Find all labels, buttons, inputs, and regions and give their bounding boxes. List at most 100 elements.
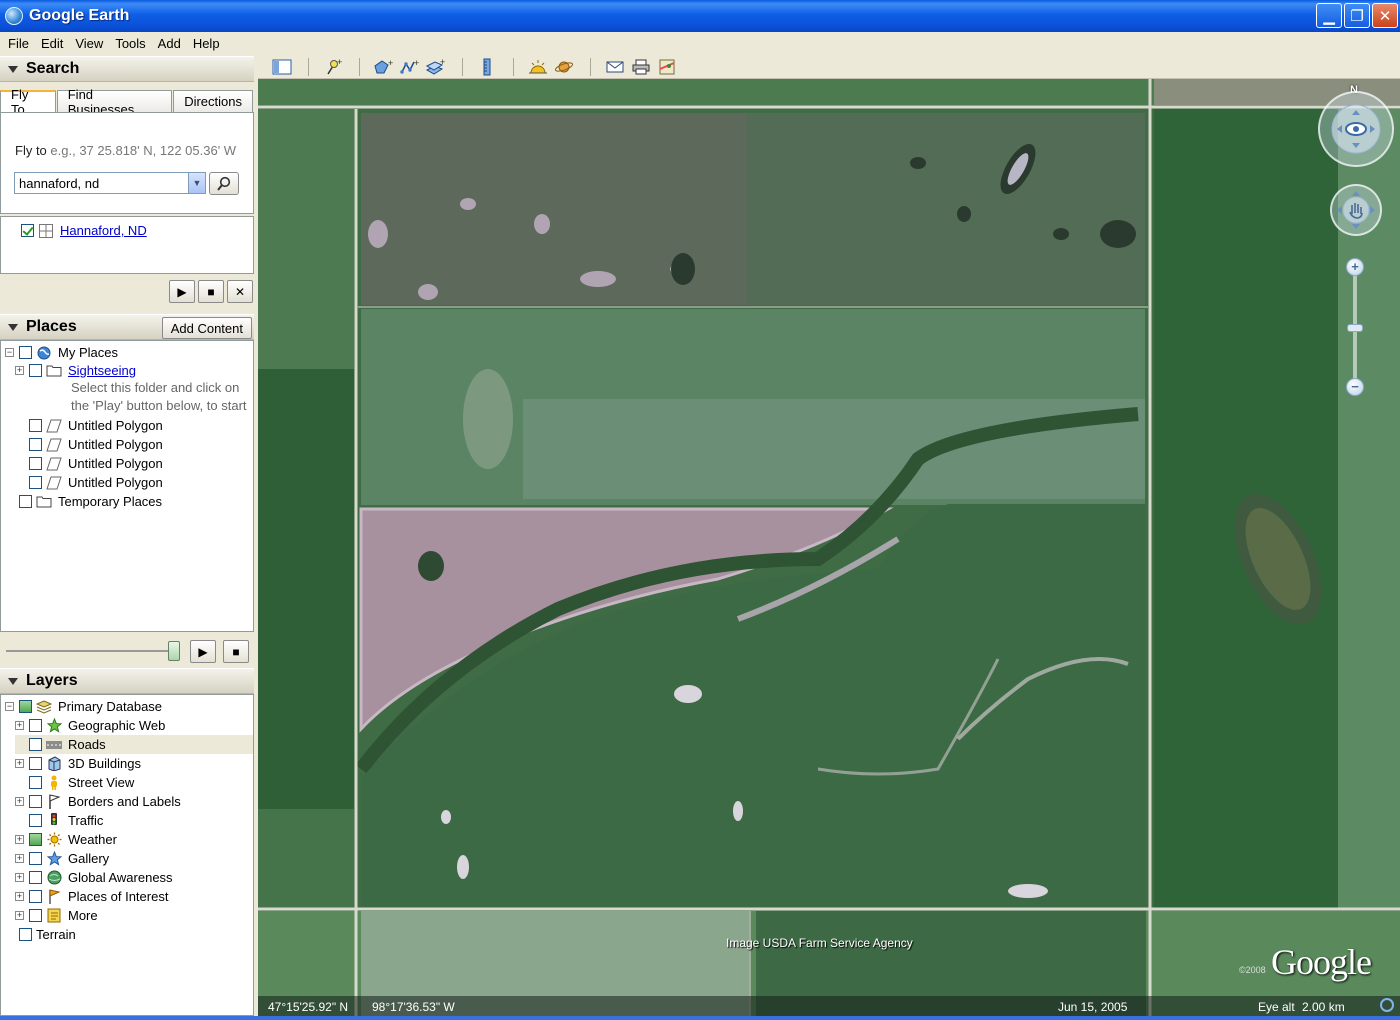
tree-checkbox[interactable] (29, 438, 42, 451)
menu-tools[interactable]: Tools (109, 36, 151, 51)
layer-checkbox[interactable] (29, 871, 42, 884)
menu-view[interactable]: View (69, 36, 109, 51)
places-panel-header[interactable]: Places Add Content (0, 314, 254, 340)
menu-add[interactable]: Add (152, 36, 187, 51)
add-image-overlay-button[interactable]: + (424, 57, 448, 77)
expand-icon[interactable]: + (15, 835, 24, 844)
tree-checkbox[interactable] (29, 476, 42, 489)
email-button[interactable] (603, 57, 627, 77)
zoom-in-button[interactable]: + (1346, 258, 1364, 276)
layer-geographic-web[interactable]: + Geographic Web (15, 716, 165, 735)
play-places-button[interactable]: ▶ (190, 640, 216, 663)
layer-terrain[interactable]: Terrain (19, 925, 76, 944)
minimize-button[interactable]: ▁ (1316, 3, 1342, 28)
maximize-button[interactable]: ❐ (1344, 3, 1370, 28)
tab-directions[interactable]: Directions (173, 90, 253, 112)
layer-checkbox[interactable] (29, 738, 42, 751)
move-joystick[interactable] (1330, 184, 1382, 236)
tab-fly-to[interactable]: Fly To (0, 87, 56, 117)
tree-item-polygon[interactable]: Untitled Polygon (29, 435, 163, 454)
stop-places-button[interactable]: ■ (223, 640, 249, 663)
expand-icon[interactable]: + (15, 911, 24, 920)
add-polygon-button[interactable]: + (372, 57, 396, 77)
tree-checkbox[interactable] (19, 346, 32, 359)
result-checkbox[interactable] (21, 224, 34, 237)
layer-checkbox[interactable] (19, 700, 32, 713)
expand-icon[interactable]: + (15, 759, 24, 768)
fly-to-input[interactable] (14, 172, 206, 194)
menu-file[interactable]: File (2, 36, 35, 51)
tree-checkbox[interactable] (19, 495, 32, 508)
menu-help[interactable]: Help (187, 36, 226, 51)
expand-icon[interactable]: + (15, 797, 24, 806)
search-result-item[interactable]: Hannaford, ND (21, 223, 147, 238)
expand-icon[interactable]: + (15, 854, 24, 863)
search-panel-header[interactable]: Search (0, 56, 254, 82)
layer-3d-buildings[interactable]: + 3D Buildings (15, 754, 141, 773)
clear-results-button[interactable]: ✕ (227, 280, 253, 303)
tree-label[interactable]: Sightseeing (68, 363, 136, 378)
add-placemark-button[interactable]: + (321, 57, 345, 77)
layer-checkbox[interactable] (29, 757, 42, 770)
print-button[interactable] (629, 57, 653, 77)
earth-map-view[interactable]: N + − Image USDA Farm Service Agency ©20… (258, 79, 1400, 1016)
layer-borders-and-labels[interactable]: + Borders and Labels (15, 792, 181, 811)
layer-checkbox[interactable] (29, 814, 42, 827)
tree-checkbox[interactable] (29, 457, 42, 470)
menu-edit[interactable]: Edit (35, 36, 69, 51)
add-path-button[interactable]: + (398, 57, 422, 77)
close-window-button[interactable]: ✕ (1372, 3, 1398, 28)
layer-checkbox[interactable] (29, 719, 42, 732)
expand-icon[interactable]: + (15, 721, 24, 730)
expand-icon[interactable]: + (15, 873, 24, 882)
database-layers-icon (36, 699, 52, 714)
tree-item-polygon[interactable]: Untitled Polygon (29, 416, 163, 435)
layer-weather[interactable]: + Weather (15, 830, 117, 849)
layers-panel-header[interactable]: Layers (0, 668, 254, 694)
play-tour-button[interactable]: ▶ (169, 280, 195, 303)
add-content-button[interactable]: Add Content (161, 317, 252, 339)
tree-item-polygon[interactable]: Untitled Polygon (29, 454, 163, 473)
tour-speed-track[interactable] (6, 650, 178, 652)
layer-roads[interactable]: Roads (15, 735, 253, 754)
tree-item-temporary-places[interactable]: Temporary Places (19, 492, 162, 511)
view-in-google-maps-button[interactable] (655, 57, 679, 77)
zoom-out-button[interactable]: − (1346, 378, 1364, 396)
layer-checkbox[interactable] (29, 852, 42, 865)
search-button[interactable] (209, 172, 239, 195)
tour-speed-slider[interactable] (168, 641, 180, 661)
fly-to-history-dropdown[interactable]: ▼ (188, 173, 205, 193)
switch-to-sky-button[interactable] (552, 57, 576, 77)
tree-item-sightseeing[interactable]: + Sightseeing (15, 361, 136, 380)
layer-primary-database[interactable]: − Primary Database (5, 697, 162, 716)
layer-checkbox[interactable] (29, 833, 42, 846)
expand-icon[interactable]: + (15, 366, 24, 375)
layer-traffic[interactable]: Traffic (29, 811, 103, 830)
layer-gallery[interactable]: + Gallery (15, 849, 109, 868)
look-joystick[interactable] (1318, 91, 1394, 167)
ruler-button[interactable] (475, 57, 499, 77)
layer-global-awareness[interactable]: + Global Awareness (15, 868, 173, 887)
layer-checkbox[interactable] (29, 890, 42, 903)
tree-checkbox[interactable] (29, 419, 42, 432)
layer-more[interactable]: + More (15, 906, 98, 925)
layer-checkbox[interactable] (29, 776, 42, 789)
tree-item-polygon[interactable]: Untitled Polygon (29, 473, 163, 492)
expand-icon[interactable]: + (15, 892, 24, 901)
tab-find-businesses[interactable]: Find Businesses (56, 87, 173, 117)
layer-checkbox[interactable] (29, 909, 42, 922)
stop-tour-button[interactable]: ■ (198, 280, 224, 303)
result-link[interactable]: Hannaford, ND (60, 223, 147, 238)
collapse-icon[interactable]: − (5, 702, 14, 711)
layer-checkbox[interactable] (29, 795, 42, 808)
layer-street-view[interactable]: Street View (29, 773, 134, 792)
zoom-slider[interactable]: + − (1346, 258, 1364, 396)
toggle-sidebar-button[interactable] (270, 57, 294, 77)
tree-checkbox[interactable] (29, 364, 42, 377)
collapse-icon[interactable]: − (5, 348, 14, 357)
layer-checkbox[interactable] (19, 928, 32, 941)
layer-places-of-interest[interactable]: + Places of Interest (15, 887, 168, 906)
tree-item-my-places[interactable]: − My Places (5, 343, 118, 362)
sunlight-button[interactable] (526, 57, 550, 77)
zoom-handle[interactable] (1347, 324, 1363, 332)
